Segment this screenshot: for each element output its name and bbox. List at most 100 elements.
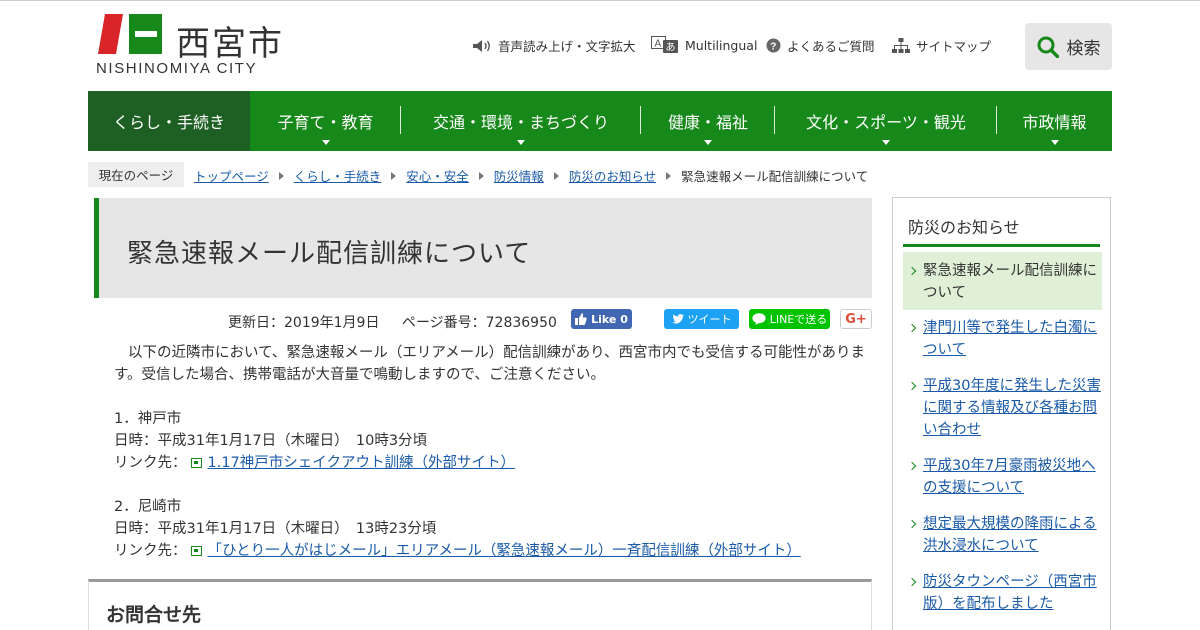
breadcrumb-link-disaster-info[interactable]: 防災情報 [494,166,544,185]
entry-datetime: 日時：平成31年1月17日（木曜日） 10時3分頃 [114,433,428,449]
page-number: ページ番号：72836950 [401,315,557,331]
breadcrumb-link-top[interactable]: トップページ [194,166,269,185]
chevron-right-icon [907,577,917,587]
speaker-icon [473,39,490,52]
article-body: 以下の近隣市において、緊急速報メール（エリアメール）配信訓練があり、西宮市内でも… [114,342,874,562]
svg-text:A: A [655,39,662,50]
nav-item-health[interactable]: 健康・福祉 [641,91,775,151]
breadcrumb-link-living[interactable]: くらし・手続き [294,166,382,185]
entry-link-prefix: リンク先： [114,543,187,559]
entry-datetime: 日時：平成31年1月17日（木曜日） 13時23分頃 [114,521,437,537]
nav-item-transport[interactable]: 交通・環境・まちづくり [401,91,641,151]
twitter-tweet-label: ツイート [687,313,732,326]
chevron-right-icon [391,171,397,180]
breadcrumb-link-disaster-news[interactable]: 防災のお知らせ [569,166,656,185]
nav-item-label: 交通・環境・まちづくり [432,113,609,132]
line-share-label: LINEで送る [769,313,828,326]
multilingual-link[interactable]: A あ Multilingual [651,36,757,54]
sidebar-title: 防災のお知らせ [908,218,1020,237]
search-button[interactable]: 検索 [1025,23,1112,70]
nav-item-culture[interactable]: 文化・スポーツ・観光 [775,91,997,151]
chevron-right-icon [907,519,917,529]
logo-city-name-en: NISHINOMIYA CITY [96,60,258,77]
sitemap-link-label: サイトマップ [916,39,992,54]
page-title-box: 緊急速報メール配信訓練について [94,198,872,298]
search-icon [1037,36,1059,58]
global-nav: くらし・手続き 子育て・教育 交通・環境・まちづくり 健康・福祉 文化・スポーツ… [88,91,1112,151]
google-plus-button[interactable]: G+ [840,309,872,329]
nav-item-cityinfo[interactable]: 市政情報 [997,91,1112,151]
sitemap-icon [892,37,910,53]
logo-city-name: 西宮市 [176,24,284,64]
city-emblem-icon [98,14,162,54]
chevron-down-icon [882,140,890,145]
chevron-right-icon [907,266,917,276]
sidebar-item-link[interactable]: 津門川等で発生した白濁について [923,320,1097,358]
multilingual-link-label: Multilingual [685,37,758,53]
nav-item-label: 市政情報 [1022,113,1087,132]
nav-item-label: 子育て・教育 [277,113,374,132]
site-logo[interactable]: 西宮市 NISHINOMIYA CITY [96,12,296,78]
faq-link[interactable]: ? よくあるご質問 [766,36,875,55]
translate-icon: A あ [651,36,678,54]
svg-text:?: ? [770,42,776,53]
sitemap-link[interactable]: サイトマップ [892,36,991,55]
facebook-like-button[interactable]: Like 0 [571,309,632,329]
line-share-button[interactable]: LINEで送る [749,309,830,329]
nav-item-childcare[interactable]: 子育て・教育 [250,91,401,151]
twitter-tweet-button[interactable]: ツイート [664,309,739,329]
sidebar-item[interactable]: 津門川等で発生した白濁について [903,317,1102,361]
chevron-right-icon [907,323,917,333]
entry-link-prefix: リンク先： [114,455,187,471]
nav-item-label: 文化・スポーツ・観光 [806,113,966,132]
sidebar-item-link[interactable]: 平成30年7月豪雨被災地への支援について [923,458,1096,496]
external-link-icon [190,458,202,468]
nav-item-label: くらし・手続き [112,113,225,132]
breadcrumb-here-label: 現在のページ [88,162,184,187]
sidebar-item[interactable]: 防災タウンページ（西宮市版）を配布しました [903,571,1102,615]
line-icon [752,313,766,325]
voice-link[interactable]: 音声読み上げ・文字拡大 [472,36,636,55]
contact-section: お問合せ先 [88,579,872,630]
chevron-down-icon [321,140,330,145]
entry-city: 1．神戸市 [114,411,182,427]
search-button-label: 検索 [1066,39,1101,59]
page-title: 緊急速報メール配信訓練について [127,239,532,269]
intro-text: 以下の近隣市において、緊急速報メール（エリアメール）配信訓練があり、西宮市内でも… [114,345,866,383]
nav-item-living[interactable]: くらし・手続き [88,91,250,151]
chevron-right-icon [907,461,917,471]
sidebar-item-link[interactable]: 平成30年度に発生した災害に関する情報及び各種お問い合わせ [923,378,1101,438]
entry-external-link[interactable]: 1.17神戸市シェイクアウト訓練（外部サイト） [208,455,516,471]
chevron-down-icon [517,140,525,145]
breadcrumb: トップページ くらし・手続き 安心・安全 防災情報 防災のお知らせ 緊急速報メー… [194,166,868,185]
sidebar-title-rule [903,244,1100,247]
chevron-right-icon [478,171,484,180]
updated-date: 更新日：2019年1月9日 [228,315,380,331]
sidebar-item[interactable]: 想定最大規模の降雨による洪水浸水について [903,513,1102,557]
sidebar-item[interactable]: 平成30年度に発生した災害に関する情報及び各種お問い合わせ [903,375,1102,441]
sidebar-item[interactable]: 平成30年7月豪雨被災地への支援について [903,455,1102,499]
question-icon: ? [766,38,781,53]
sidebar-item-link[interactable]: 想定最大規模の降雨による洪水浸水について [923,516,1097,554]
sidebar-item-label: 緊急速報メール配信訓練について [923,263,1097,301]
thumbs-up-icon [575,313,587,325]
entry-city: 2．尼崎市 [114,499,182,515]
chevron-down-icon [704,140,712,145]
sidebar: 防災のお知らせ 緊急速報メール配信訓練について 津門川等で発生した白濁について … [892,197,1111,630]
sidebar-item-link[interactable]: 防災タウンページ（西宮市版）を配布しました [923,574,1097,612]
breadcrumb-link-safety[interactable]: 安心・安全 [406,166,469,185]
google-plus-label: G+ [845,311,867,327]
chevron-right-icon [666,171,672,180]
entry-link-line: リンク先： 1.17神戸市シェイクアウト訓練（外部サイト） [114,452,874,474]
breadcrumb-current: 緊急速報メール配信訓練について [681,169,869,184]
intro-paragraph: 以下の近隣市において、緊急速報メール（エリアメール）配信訓練があり、西宮市内でも… [114,342,874,386]
entry-external-link[interactable]: 「ひとり一人がはじメール」エリアメール（緊急速報メール）一斉配信訓練（外部サイト… [208,543,801,559]
svg-text:あ: あ [666,42,676,54]
page-meta: 更新日：2019年1月9日 ページ番号：72836950 [228,312,557,332]
twitter-bird-icon [671,314,684,324]
chevron-down-icon [1050,140,1059,145]
contact-heading: お問合せ先 [106,604,202,626]
chevron-right-icon [907,381,917,391]
